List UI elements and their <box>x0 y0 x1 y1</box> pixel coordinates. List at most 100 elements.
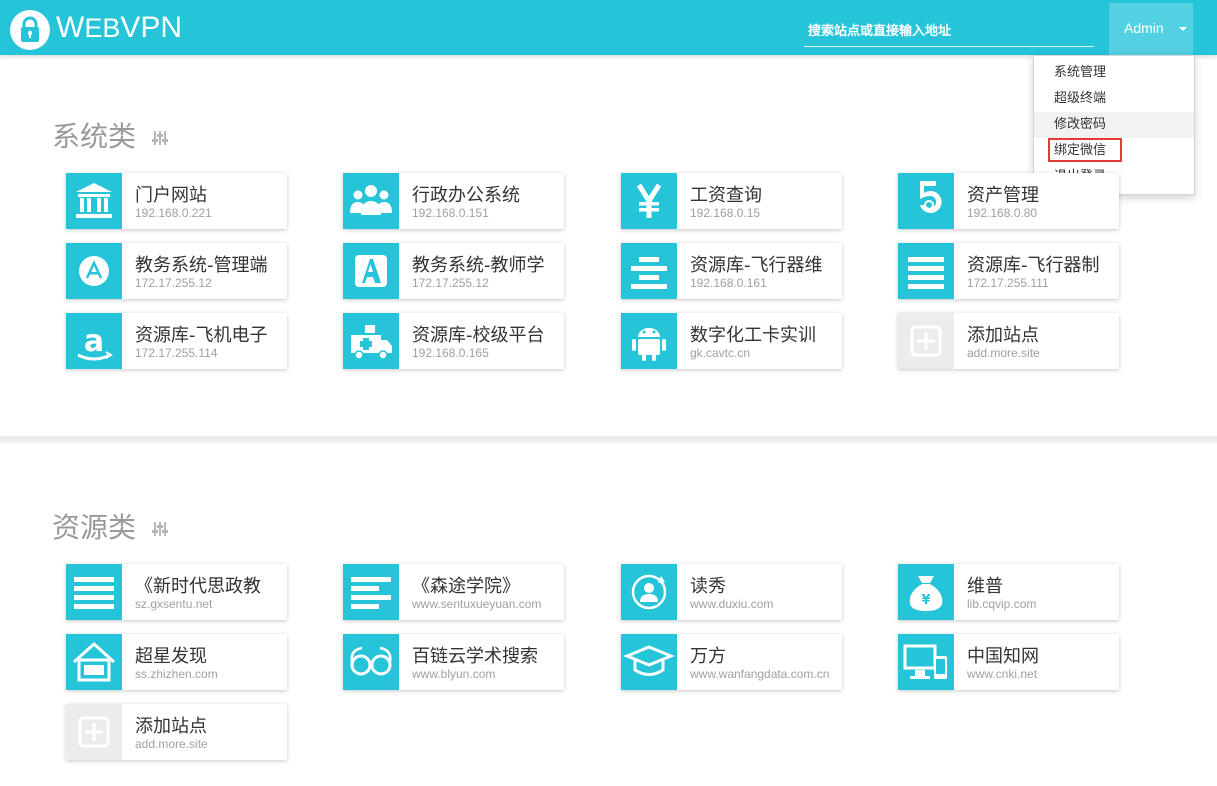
number-five-icon <box>898 173 954 229</box>
site-address: 172.17.255.111 <box>967 276 1049 290</box>
site-card-add-site[interactable]: 添加站点 add.more.site <box>898 313 1119 369</box>
site-card-res-aircraft-mfg[interactable]: 资源库-飞行器制 172.17.255.111 <box>898 243 1119 299</box>
site-name: 添加站点 <box>967 325 1039 346</box>
site-name: 维普 <box>967 576 1003 597</box>
site-address: add.more.site <box>967 346 1040 360</box>
stack-icon <box>898 243 954 299</box>
site-card-sentu[interactable]: 《森途学院》 www.sentuxueyuan.com <box>343 564 564 620</box>
settings-sliders-icon[interactable] <box>152 521 168 537</box>
site-card-salary[interactable]: 工资查询 192.168.0.15 <box>621 173 842 229</box>
align-center-icon <box>621 243 677 299</box>
add-icon <box>66 704 122 760</box>
site-name: 万方 <box>690 646 726 667</box>
site-card-digital-card[interactable]: 数字化工卡实训 gk.cavtc.cn <box>621 313 842 369</box>
site-card-assets[interactable]: 资产管理 192.168.0.80 <box>898 173 1119 229</box>
bank-icon <box>66 173 122 229</box>
align-left-icon <box>343 564 399 620</box>
site-name: 行政办公系统 <box>412 185 520 206</box>
menu-item-system-admin[interactable]: 系统管理 <box>1034 60 1194 86</box>
user-sync-icon <box>621 564 677 620</box>
site-address: 192.168.0.80 <box>967 206 1038 220</box>
site-card-duxiu[interactable]: 读秀 www.duxiu.com <box>621 564 842 620</box>
site-name: 数字化工卡实训 <box>690 325 816 346</box>
site-name: 《森途学院》 <box>412 576 520 597</box>
site-card-wanfang[interactable]: 万方 www.wanfangdata.com.cn <box>621 634 842 690</box>
site-name: 读秀 <box>690 576 726 597</box>
site-address: 192.168.0.221 <box>135 206 212 220</box>
site-address: www.cnki.net <box>967 667 1038 681</box>
site-address: ss.zhizhen.com <box>135 667 218 681</box>
amazon-icon: a <box>66 313 122 369</box>
menu-item-change-password[interactable]: 修改密码 <box>1034 112 1194 138</box>
ambulance-icon <box>343 313 399 369</box>
section-title-resources: 资源类 <box>52 511 137 544</box>
graduation-cap-icon <box>621 634 677 690</box>
site-address: www.duxiu.com <box>690 597 774 611</box>
site-address: sz.gxsentu.net <box>135 597 213 611</box>
site-address: gk.cavtc.cn <box>690 346 751 360</box>
glasses-icon <box>343 634 399 690</box>
menu-item-bind-wechat[interactable]: 绑定微信 <box>1034 138 1194 164</box>
site-address: 172.17.255.114 <box>135 346 218 360</box>
site-card-cnki[interactable]: 中国知网 www.cnki.net <box>898 634 1119 690</box>
site-name: 教务系统-管理端 <box>135 255 268 276</box>
site-name: 资源库-飞行器制 <box>967 255 1100 276</box>
house-icon <box>66 634 122 690</box>
android-icon <box>621 313 677 369</box>
site-address: 192.168.0.15 <box>690 206 761 220</box>
site-address: add.more.site <box>135 737 208 751</box>
site-card-xinshidai[interactable]: 《新时代思政教 sz.gxsentu.net <box>66 564 287 620</box>
site-card-res-avionics[interactable]: a 资源库-飞机电子 172.17.255.114 <box>66 313 287 369</box>
site-card-edu-teacher[interactable]: 教务系统-教师学 172.17.255.12 <box>343 243 564 299</box>
site-name: 门户网站 <box>135 185 207 206</box>
site-address: 192.168.0.165 <box>412 346 489 360</box>
site-card-res-aircraft-maint[interactable]: 资源库-飞行器维 192.168.0.161 <box>621 243 842 299</box>
caret-down-icon <box>1179 27 1187 31</box>
site-name: 资产管理 <box>967 185 1039 206</box>
site-card-chaoxing[interactable]: 超星发现 ss.zhizhen.com <box>66 634 287 690</box>
section-title-system: 系统类 <box>52 120 137 153</box>
yen-icon <box>621 173 677 229</box>
section-divider <box>0 436 1217 444</box>
group-icon <box>343 173 399 229</box>
svg-text:a: a <box>84 324 104 359</box>
devices-icon <box>898 634 954 690</box>
site-address: 172.17.255.12 <box>135 276 212 290</box>
top-bar: WEBVPN Admin <box>0 0 1217 55</box>
site-name: 添加站点 <box>135 716 207 737</box>
site-name: 教务系统-教师学 <box>412 255 545 276</box>
site-address: 192.168.0.161 <box>690 276 767 290</box>
site-address: 172.17.255.12 <box>412 276 489 290</box>
search-input[interactable] <box>804 20 1098 42</box>
site-name: 中国知网 <box>967 646 1039 667</box>
settings-sliders-icon[interactable] <box>152 130 168 146</box>
site-address: www.sentuxueyuan.com <box>412 597 542 611</box>
user-menu-button[interactable]: Admin <box>1109 3 1193 55</box>
site-name: 资源库-飞机电子 <box>135 325 268 346</box>
site-card-res-campus[interactable]: 资源库-校级平台 192.168.0.165 <box>343 313 564 369</box>
site-name: 工资查询 <box>690 185 762 206</box>
site-address: 192.168.0.151 <box>412 206 489 220</box>
letter-a-square-icon <box>343 243 399 299</box>
site-card-add-site[interactable]: 添加站点 add.more.site <box>66 704 287 760</box>
site-card-office[interactable]: 行政办公系统 192.168.0.151 <box>343 173 564 229</box>
add-icon <box>898 313 954 369</box>
site-name: 资源库-飞行器维 <box>690 255 823 276</box>
letter-a-circle-icon <box>66 243 122 299</box>
site-name: 资源库-校级平台 <box>412 325 545 346</box>
site-card-edu-admin[interactable]: 教务系统-管理端 172.17.255.12 <box>66 243 287 299</box>
site-name: 超星发现 <box>135 646 207 667</box>
site-address: lib.cqvip.com <box>967 597 1037 611</box>
site-card-blyun[interactable]: 百链云学术搜索 www.blyun.com <box>343 634 564 690</box>
site-address: www.wanfangdata.com.cn <box>690 667 830 681</box>
site-name: 百链云学术搜索 <box>412 646 538 667</box>
lines-icon <box>66 564 122 620</box>
site-card-portal[interactable]: 门户网站 192.168.0.221 <box>66 173 287 229</box>
lock-icon[interactable] <box>10 10 50 50</box>
brand-logo[interactable]: WEBVPN <box>56 12 182 44</box>
site-card-vip[interactable]: ¥ 维普 lib.cqvip.com <box>898 564 1119 620</box>
menu-item-super-terminal[interactable]: 超级终端 <box>1034 86 1194 112</box>
user-name: Admin <box>1124 20 1164 36</box>
svg-text:¥: ¥ <box>921 593 930 608</box>
money-bag-icon: ¥ <box>898 564 954 620</box>
